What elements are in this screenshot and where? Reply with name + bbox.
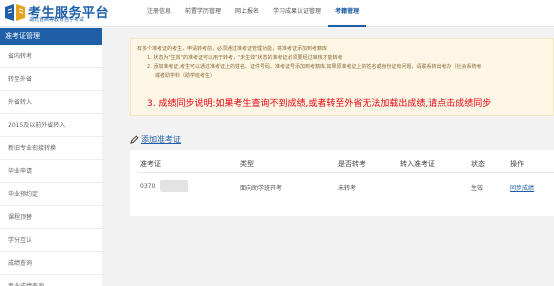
pencil-icon [130, 135, 139, 144]
col-header-transfer-ticket: 转入准考证 [400, 160, 435, 168]
sync-scores-link[interactable]: 同步成绩 [510, 183, 534, 192]
nav-learning-credit[interactable]: 学习成果认证管理 [266, 0, 328, 27]
col-header-status: 状态 [471, 160, 485, 168]
sidebar: 准考证管理 省内转考 转至外省 外省转入 2015及以前外省转入 新旧专业衔接转… [0, 28, 102, 286]
cell-type: 面向助学班开考 [240, 185, 283, 192]
col-header-action: 操作 [510, 160, 524, 168]
sidebar-item-credit-recognition[interactable]: 学分互认 [0, 229, 102, 252]
sidebar-item-graduation-preassessment[interactable]: 毕业预约定 [0, 183, 102, 206]
sidebar-item-major-conversion[interactable]: 新旧专业衔接转换 [0, 137, 102, 160]
col-header-type: 类型 [240, 160, 254, 168]
nav-prior-education[interactable]: 前置学历管理 [178, 0, 228, 27]
cell-ticket: 0370 [140, 183, 156, 190]
sidebar-item-transfer-out[interactable]: 转至外省 [0, 68, 102, 91]
sidebar-item-graduation-application[interactable]: 毕业申请 [0, 160, 102, 183]
score-sync-notice: 3. 成绩同步说明:如果考生查询不到成绩,或者转至外省无法加载出成绩,请点击成绩… [147, 99, 492, 109]
sidebar-heading[interactable]: 准考证管理 [0, 28, 102, 45]
col-header-ticket: 准考证 [140, 160, 161, 168]
cell-status: 生效 [471, 185, 484, 192]
notice-line-2: 2. 添加准考证,考生可以通过准考证上的姓名、证件号码、准考证号添加到考籍库,如… [147, 64, 482, 70]
sidebar-item-intra-province-transfer[interactable]: 省内转考 [0, 45, 102, 68]
nav-online-registration[interactable]: 网上报名 [228, 0, 266, 27]
sidebar-item-major-score-query[interactable]: 专业成绩查询 [0, 275, 102, 286]
cell-transferred: 未转考 [338, 185, 357, 192]
col-header-transferred: 是否转考 [338, 160, 366, 168]
header-divider [138, 172, 554, 173]
add-ticket-link[interactable]: 添加准考证 [130, 134, 181, 145]
sidebar-item-transfer-in[interactable]: 外省转入 [0, 91, 102, 114]
nav-register-info[interactable]: 注册信息 [140, 0, 178, 27]
brand-subtitle: 湖北省高等教育自学考试 [29, 17, 85, 23]
sidebar-item-legacy-transfer-in[interactable]: 2015及以前外省转入 [0, 114, 102, 137]
notice-line-2-cont: 或者助学科（助学班考生） [155, 73, 216, 79]
ticket-table: 准考证 类型 是否转考 转入准考证 状态 操作 0370 面向助学班开考 未转考… [130, 150, 554, 216]
sidebar-item-score-query[interactable]: 成绩查询 [0, 252, 102, 275]
sidebar-item-course-substitution[interactable]: 课程顶替 [0, 206, 102, 229]
nav-student-records[interactable]: 考籍管理 [328, 0, 367, 27]
top-header: 考生服务平台 湖北省高等教育自学考试 注册信息 前置学历管理 网上报名 学习成果… [0, 0, 554, 27]
logo-icon [5, 4, 25, 21]
notice-intro: 有多个准考证的考生，申请转考前，必须通过准考证管理功能，将准考证添加到考籍库 [137, 46, 328, 52]
notice-line-1: 1. 状态为"生效"的准考证可以用于转考，"未生效"状态的准考证必须要经过审核才… [147, 55, 343, 61]
add-ticket-label: 添加准考证 [141, 135, 181, 144]
redacted-ticket-number [160, 180, 188, 192]
main-content: 有多个准考证的考生，申请转考前，必须通过准考证管理功能，将准考证添加到考籍库 1… [130, 38, 554, 286]
notice-box: 有多个准考证的考生，申请转考前，必须通过准考证管理功能，将准考证添加到考籍库 1… [130, 38, 554, 116]
top-nav: 注册信息 前置学历管理 网上报名 学习成果认证管理 考籍管理 [140, 0, 367, 27]
